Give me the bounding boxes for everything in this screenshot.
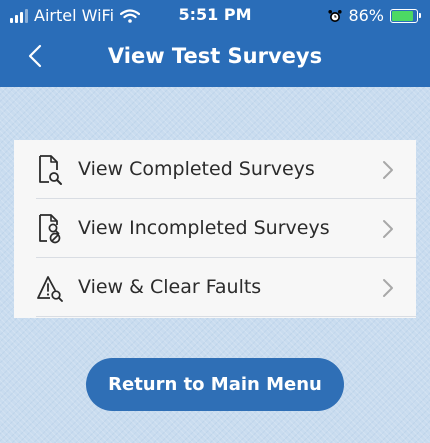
chevron-right-icon <box>383 161 393 179</box>
warning-search-icon <box>37 276 63 302</box>
page-title: View Test Surveys <box>107 44 323 68</box>
menu-item-faults[interactable]: View & Clear Faults <box>14 258 416 317</box>
battery-fill <box>392 10 413 21</box>
status-bar: Airtel WiFi 5:51 PM 86% <box>0 0 430 32</box>
menu-card: View Completed Surveys View Incompleted … <box>14 140 416 318</box>
chevron-right-icon <box>383 220 393 238</box>
status-right: 86% <box>328 6 421 25</box>
menu-item-incompleted-surveys[interactable]: View Incompleted Surveys <box>14 199 416 258</box>
battery-percent: 86% <box>348 6 384 25</box>
alarm-icon <box>328 9 343 22</box>
app-header: Airtel WiFi 5:51 PM 86% View Test Survey… <box>0 0 430 87</box>
battery-charging-icon <box>390 8 421 23</box>
chevron-right-icon <box>383 279 393 297</box>
document-search-icon <box>39 155 62 185</box>
menu-item-label: View Incompleted Surveys <box>78 217 330 239</box>
menu-item-completed-surveys[interactable]: View Completed Surveys <box>14 140 416 199</box>
battery-tip <box>419 12 421 18</box>
menu-item-label: View Completed Surveys <box>78 158 315 180</box>
return-to-main-menu-button[interactable]: Return to Main Menu <box>86 358 344 411</box>
menu-item-label: View & Clear Faults <box>78 276 262 298</box>
divider <box>36 316 416 317</box>
document-blocked-search-icon <box>39 214 61 244</box>
